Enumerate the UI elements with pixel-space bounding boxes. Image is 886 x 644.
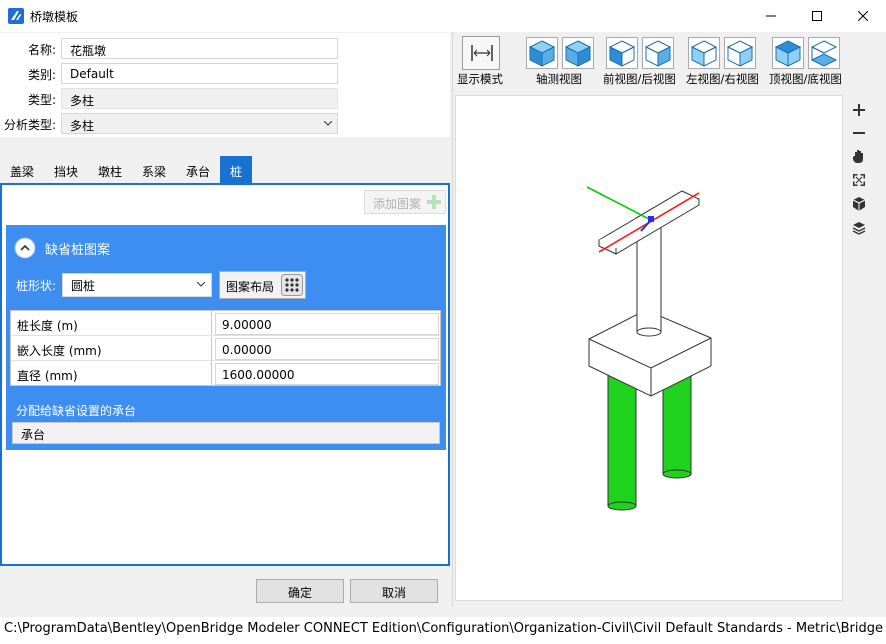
table-row-label: 嵌入长度 (mm) (17, 344, 102, 358)
axonometric-view-2-icon[interactable] (562, 37, 594, 69)
layers-button[interactable] (849, 218, 869, 238)
view-cube-icon (852, 197, 866, 211)
table-row-label: 直径 (mm) (17, 369, 78, 383)
pile-panel: 添加图案 缺省桩图案 桩形状: 圆桩 图案布局 桩长度 (m) 9.00000 … (0, 183, 450, 566)
template-path-status: C:\ProgramData\Bentley\OpenBridge Modele… (0, 617, 886, 644)
minimize-icon (766, 15, 776, 17)
maximize-icon (812, 11, 822, 21)
pile-length-input[interactable]: 9.00000 (215, 313, 439, 335)
bottom-view-icon[interactable] (808, 37, 840, 69)
hand-icon (853, 150, 863, 163)
left-view-icon[interactable] (688, 37, 720, 69)
title-bar: 桥墩模板 (0, 0, 886, 32)
section-title: 缺省桩图案 (45, 243, 111, 258)
category-input[interactable]: Default (61, 63, 338, 84)
column-divider (211, 311, 212, 385)
row-divider (11, 360, 440, 361)
app-logo-icon (8, 8, 24, 24)
assign-label: 分配给缺省设置的承台 (16, 404, 137, 418)
assign-pile-cap-field[interactable]: 承台 (12, 422, 440, 444)
tab-cap-beam[interactable]: 盖梁 (0, 156, 44, 183)
pane-divider (452, 32, 453, 607)
back-view-icon[interactable] (642, 37, 674, 69)
tab-pile[interactable]: 桩 (220, 156, 252, 183)
grid-dots-icon (281, 274, 303, 296)
front-view-icon[interactable] (606, 37, 638, 69)
name-input[interactable]: 花瓶墩 (61, 38, 338, 59)
chevron-down-icon (324, 121, 332, 126)
close-icon (858, 11, 868, 21)
add-pattern-label: 添加图案 (373, 197, 422, 211)
tab-bar: 盖梁 挡块 墩柱 系梁 承台 桩 (0, 156, 450, 183)
pile-properties-table: 桩长度 (m) 9.00000 嵌入长度 (mm) 0.00000 直径 (mm… (10, 310, 441, 386)
analysis-type-value: 多柱 (70, 119, 95, 133)
display-mode-button[interactable] (462, 36, 500, 70)
zoom-out-button[interactable] (849, 123, 869, 143)
pier-model-graphic (586, 186, 712, 511)
top-bottom-view-label: 顶视图/底视图 (769, 72, 842, 86)
collapse-icon[interactable] (14, 237, 36, 259)
pattern-layout-label: 图案布局 (226, 280, 275, 294)
minus-icon (853, 132, 865, 134)
right-view-icon[interactable] (724, 37, 756, 69)
pile-shape-select[interactable]: 圆桩 (62, 273, 212, 297)
zoom-in-button[interactable] (849, 100, 869, 120)
top-view-icon[interactable] (772, 37, 804, 69)
plus-icon (853, 104, 865, 116)
row-divider (11, 335, 440, 336)
tab-tie-beam[interactable]: 系梁 (132, 156, 176, 183)
type-label: 类型: (27, 93, 56, 107)
tab-block[interactable]: 挡块 (44, 156, 88, 183)
window-title: 桥墩模板 (30, 10, 79, 24)
pattern-layout-button[interactable]: 图案布局 (219, 271, 306, 299)
cancel-button[interactable]: 取消 (350, 579, 438, 603)
3d-viewport[interactable] (455, 95, 843, 601)
table-row-label: 桩长度 (m) (17, 319, 78, 333)
pan-button[interactable] (849, 146, 869, 166)
analysis-type-select[interactable]: 多柱 (61, 113, 338, 134)
front-back-view-label: 前视图/后视图 (603, 72, 676, 86)
fit-view-button[interactable] (849, 170, 869, 190)
display-mode-icon (471, 45, 493, 61)
display-mode-label: 显示模式 (457, 72, 503, 86)
minimize-button[interactable] (748, 0, 794, 32)
maximize-button[interactable] (794, 0, 840, 32)
chevron-down-icon (197, 282, 205, 287)
close-button[interactable] (840, 0, 886, 32)
tab-column[interactable]: 墩柱 (88, 156, 132, 183)
category-label: 类别: (27, 68, 56, 82)
name-label: 名称: (27, 43, 56, 57)
diameter-input[interactable]: 1600.00000 (215, 363, 439, 385)
type-value: 多柱 (61, 88, 338, 109)
default-pile-pattern-section: 缺省桩图案 桩形状: 圆桩 图案布局 桩长度 (m) 9.00000 嵌入长度 … (6, 225, 446, 450)
pile-shape-label: 桩形状: (16, 279, 57, 293)
analysis-type-label: 分析类型: (3, 118, 56, 132)
ok-button[interactable]: 确定 (256, 579, 344, 603)
fit-view-icon (853, 174, 865, 186)
add-pattern-button[interactable]: 添加图案 (364, 190, 446, 214)
axonometric-view-label: 轴测视图 (536, 72, 582, 86)
tab-pile-cap[interactable]: 承台 (176, 156, 220, 183)
left-right-view-label: 左视图/右视图 (686, 72, 759, 86)
embed-length-input[interactable]: 0.00000 (215, 338, 439, 360)
view-cube-button[interactable] (849, 194, 869, 214)
pile-shape-value: 圆桩 (71, 279, 96, 293)
axonometric-view-icon[interactable] (526, 37, 558, 69)
layers-icon (852, 222, 866, 235)
plus-icon (427, 195, 441, 209)
